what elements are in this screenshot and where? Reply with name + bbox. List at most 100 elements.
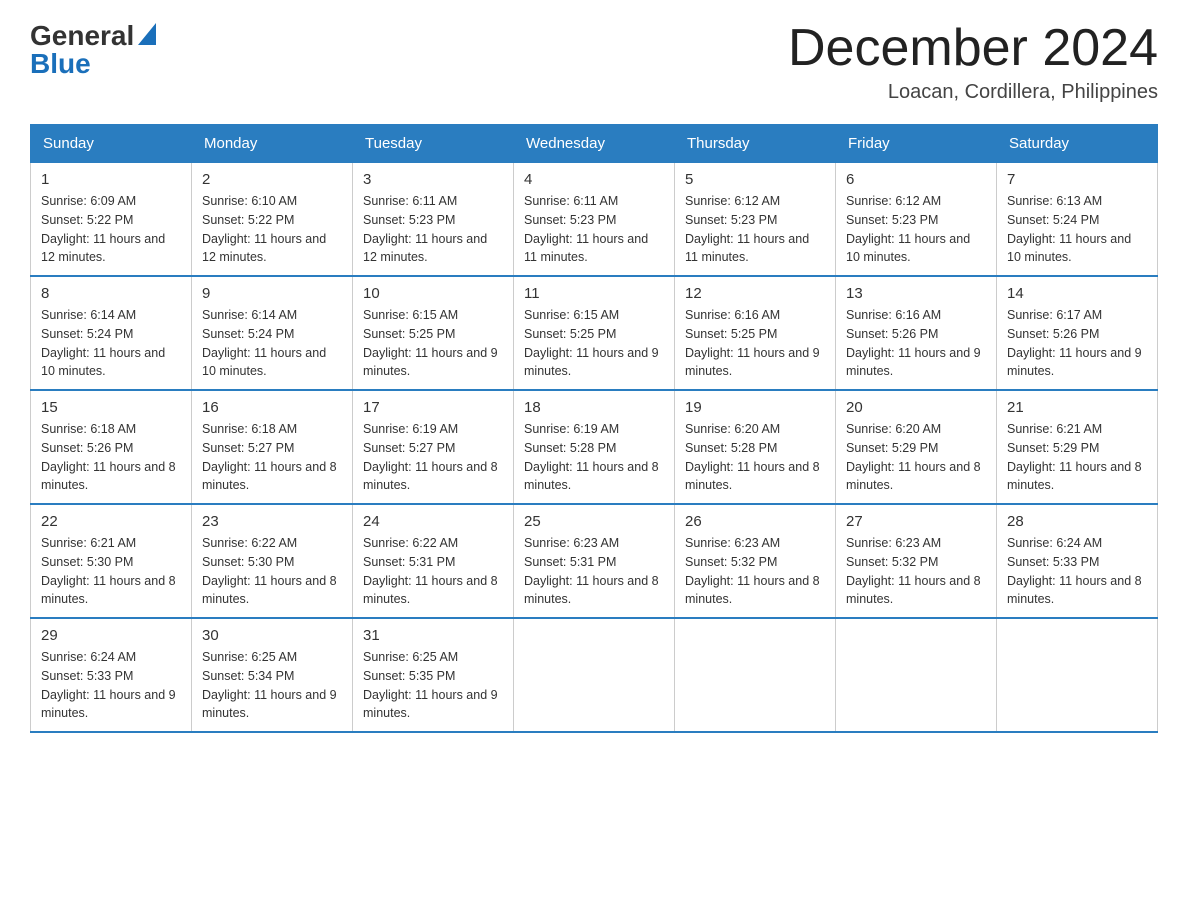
calendar-cell: 28Sunrise: 6:24 AMSunset: 5:33 PMDayligh…	[997, 504, 1158, 618]
header-wednesday: Wednesday	[514, 125, 675, 163]
week-row-1: 1 Sunrise: 6:09 AMSunset: 5:22 PMDaylight…	[31, 163, 1158, 277]
page-header: General Blue December 2024 Loacan, Cordi…	[30, 20, 1158, 104]
day-info: Sunrise: 6:20 AMSunset: 5:28 PMDaylight:…	[685, 420, 825, 495]
calendar-cell: 15 Sunrise: 6:18 AMSunset: 5:26 PMDayligh…	[31, 390, 192, 504]
day-info: Sunrise: 6:19 AMSunset: 5:28 PMDaylight:…	[524, 420, 664, 495]
day-number: 1	[41, 171, 181, 188]
day-info: Sunrise: 6:21 AMSunset: 5:29 PMDaylight:…	[1007, 420, 1147, 495]
day-info: Sunrise: 6:23 AMSunset: 5:31 PMDaylight:…	[524, 534, 664, 609]
calendar-body: 1 Sunrise: 6:09 AMSunset: 5:22 PMDaylight…	[31, 163, 1158, 733]
day-info: Sunrise: 6:23 AMSunset: 5:32 PMDaylight:…	[685, 534, 825, 609]
day-info: Sunrise: 6:22 AMSunset: 5:30 PMDaylight:…	[202, 534, 342, 609]
calendar-cell: 26 Sunrise: 6:23 AMSunset: 5:32 PMDayligh…	[675, 504, 836, 618]
day-number: 26	[685, 513, 825, 530]
calendar-cell: 6Sunrise: 6:12 AMSunset: 5:23 PMDaylight…	[836, 163, 997, 277]
day-info: Sunrise: 6:11 AMSunset: 5:23 PMDaylight:…	[363, 192, 503, 267]
calendar-cell: 8 Sunrise: 6:14 AMSunset: 5:24 PMDaylight…	[31, 276, 192, 390]
calendar-cell: 11 Sunrise: 6:15 AMSunset: 5:25 PMDayligh…	[514, 276, 675, 390]
calendar-cell: 29 Sunrise: 6:24 AMSunset: 5:33 PMDayligh…	[31, 618, 192, 732]
day-number: 9	[202, 285, 342, 302]
day-info: Sunrise: 6:25 AMSunset: 5:34 PMDaylight:…	[202, 648, 342, 723]
title-section: December 2024 Loacan, Cordillera, Philip…	[788, 20, 1158, 104]
week-row-2: 8 Sunrise: 6:14 AMSunset: 5:24 PMDaylight…	[31, 276, 1158, 390]
week-row-4: 22 Sunrise: 6:21 AMSunset: 5:30 PMDayligh…	[31, 504, 1158, 618]
day-info: Sunrise: 6:15 AMSunset: 5:25 PMDaylight:…	[363, 306, 503, 381]
day-number: 14	[1007, 285, 1147, 302]
day-info: Sunrise: 6:09 AMSunset: 5:22 PMDaylight:…	[41, 192, 181, 267]
calendar-cell: 13 Sunrise: 6:16 AMSunset: 5:26 PMDayligh…	[836, 276, 997, 390]
day-info: Sunrise: 6:14 AMSunset: 5:24 PMDaylight:…	[41, 306, 181, 381]
day-number: 30	[202, 627, 342, 644]
calendar-cell: 10 Sunrise: 6:15 AMSunset: 5:25 PMDayligh…	[353, 276, 514, 390]
day-number: 24	[363, 513, 503, 530]
day-number: 6	[846, 171, 986, 188]
logo-blue-text: Blue	[30, 48, 91, 80]
calendar-cell	[514, 618, 675, 732]
day-number: 21	[1007, 399, 1147, 416]
calendar-cell: 16Sunrise: 6:18 AMSunset: 5:27 PMDayligh…	[192, 390, 353, 504]
calendar-cell: 17Sunrise: 6:19 AMSunset: 5:27 PMDayligh…	[353, 390, 514, 504]
day-info: Sunrise: 6:11 AMSunset: 5:23 PMDaylight:…	[524, 192, 664, 267]
day-headers-row: SundayMondayTuesdayWednesdayThursdayFrid…	[31, 125, 1158, 163]
day-info: Sunrise: 6:16 AMSunset: 5:25 PMDaylight:…	[685, 306, 825, 381]
day-info: Sunrise: 6:16 AMSunset: 5:26 PMDaylight:…	[846, 306, 986, 381]
calendar-cell: 27 Sunrise: 6:23 AMSunset: 5:32 PMDayligh…	[836, 504, 997, 618]
logo: General Blue	[30, 20, 156, 80]
day-info: Sunrise: 6:17 AMSunset: 5:26 PMDaylight:…	[1007, 306, 1147, 381]
day-number: 5	[685, 171, 825, 188]
logo-triangle-icon	[138, 23, 156, 45]
calendar-cell	[836, 618, 997, 732]
calendar-cell: 7 Sunrise: 6:13 AMSunset: 5:24 PMDaylight…	[997, 163, 1158, 277]
day-number: 8	[41, 285, 181, 302]
day-info: Sunrise: 6:24 AMSunset: 5:33 PMDaylight:…	[41, 648, 181, 723]
day-number: 16	[202, 399, 342, 416]
day-info: Sunrise: 6:12 AMSunset: 5:23 PMDaylight:…	[685, 192, 825, 267]
calendar-cell: 4 Sunrise: 6:11 AMSunset: 5:23 PMDaylight…	[514, 163, 675, 277]
day-info: Sunrise: 6:18 AMSunset: 5:26 PMDaylight:…	[41, 420, 181, 495]
day-number: 7	[1007, 171, 1147, 188]
day-number: 11	[524, 285, 664, 302]
calendar-header: SundayMondayTuesdayWednesdayThursdayFrid…	[31, 125, 1158, 163]
day-number: 27	[846, 513, 986, 530]
day-number: 4	[524, 171, 664, 188]
day-info: Sunrise: 6:21 AMSunset: 5:30 PMDaylight:…	[41, 534, 181, 609]
day-info: Sunrise: 6:22 AMSunset: 5:31 PMDaylight:…	[363, 534, 503, 609]
week-row-3: 15 Sunrise: 6:18 AMSunset: 5:26 PMDayligh…	[31, 390, 1158, 504]
header-monday: Monday	[192, 125, 353, 163]
day-number: 3	[363, 171, 503, 188]
calendar-cell: 9Sunrise: 6:14 AMSunset: 5:24 PMDaylight…	[192, 276, 353, 390]
calendar-cell	[675, 618, 836, 732]
day-number: 12	[685, 285, 825, 302]
day-number: 13	[846, 285, 986, 302]
day-number: 2	[202, 171, 342, 188]
day-info: Sunrise: 6:23 AMSunset: 5:32 PMDaylight:…	[846, 534, 986, 609]
calendar-table: SundayMondayTuesdayWednesdayThursdayFrid…	[30, 124, 1158, 733]
calendar-cell: 31Sunrise: 6:25 AMSunset: 5:35 PMDayligh…	[353, 618, 514, 732]
header-sunday: Sunday	[31, 125, 192, 163]
calendar-cell: 22 Sunrise: 6:21 AMSunset: 5:30 PMDayligh…	[31, 504, 192, 618]
day-info: Sunrise: 6:24 AMSunset: 5:33 PMDaylight:…	[1007, 534, 1147, 609]
calendar-cell: 23Sunrise: 6:22 AMSunset: 5:30 PMDayligh…	[192, 504, 353, 618]
calendar-subtitle: Loacan, Cordillera, Philippines	[788, 81, 1158, 104]
day-number: 18	[524, 399, 664, 416]
day-number: 17	[363, 399, 503, 416]
day-number: 19	[685, 399, 825, 416]
header-tuesday: Tuesday	[353, 125, 514, 163]
day-number: 10	[363, 285, 503, 302]
calendar-title: December 2024	[788, 20, 1158, 77]
day-info: Sunrise: 6:25 AMSunset: 5:35 PMDaylight:…	[363, 648, 503, 723]
day-info: Sunrise: 6:15 AMSunset: 5:25 PMDaylight:…	[524, 306, 664, 381]
header-friday: Friday	[836, 125, 997, 163]
calendar-cell: 12 Sunrise: 6:16 AMSunset: 5:25 PMDayligh…	[675, 276, 836, 390]
calendar-cell: 19 Sunrise: 6:20 AMSunset: 5:28 PMDayligh…	[675, 390, 836, 504]
calendar-cell: 14 Sunrise: 6:17 AMSunset: 5:26 PMDayligh…	[997, 276, 1158, 390]
day-number: 29	[41, 627, 181, 644]
day-number: 15	[41, 399, 181, 416]
calendar-cell: 25Sunrise: 6:23 AMSunset: 5:31 PMDayligh…	[514, 504, 675, 618]
day-number: 22	[41, 513, 181, 530]
day-info: Sunrise: 6:10 AMSunset: 5:22 PMDaylight:…	[202, 192, 342, 267]
calendar-cell: 3 Sunrise: 6:11 AMSunset: 5:23 PMDaylight…	[353, 163, 514, 277]
day-number: 20	[846, 399, 986, 416]
day-info: Sunrise: 6:13 AMSunset: 5:24 PMDaylight:…	[1007, 192, 1147, 267]
week-row-5: 29 Sunrise: 6:24 AMSunset: 5:33 PMDayligh…	[31, 618, 1158, 732]
